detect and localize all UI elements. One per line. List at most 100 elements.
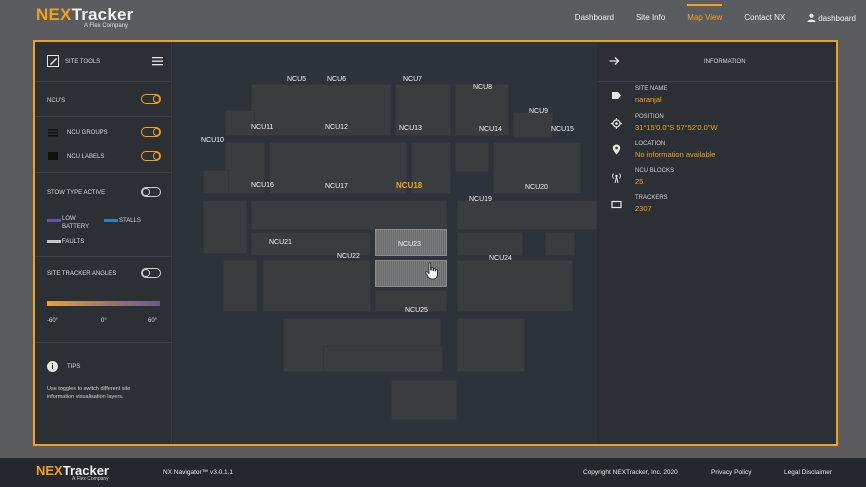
site-map[interactable]: NCU5 NCU6 NCU7 NCU8 NCU9 NCU10 NCU11 NCU… — [173, 42, 597, 444]
ncu-label[interactable]: NCU9 — [529, 108, 548, 115]
ncu-label[interactable]: NCU10 — [201, 137, 224, 144]
tracker-block[interactable] — [457, 260, 573, 312]
logo-nex-text: NEX — [36, 5, 72, 24]
stow-type-label: STOW TYPE ACTIVE — [47, 190, 106, 196]
copyright-text: Copyright NEXTracker, Inc. 2020 — [583, 469, 678, 476]
top-navbar: NEXTracker A Flex Company Dashboard Site… — [0, 0, 866, 38]
ncu-label[interactable]: NCU23 — [398, 241, 421, 248]
site-tools-panel: SITE TOOLS NCU'S NCU GROUPS NCU LABELS S… — [35, 42, 172, 444]
tips-title: TIPS — [67, 364, 81, 370]
site-name-label: SITE NAME — [635, 86, 668, 92]
toggle-knob — [142, 269, 150, 277]
nextracker-logo[interactable]: NEXTracker A Flex Company — [36, 5, 133, 29]
ncu-groups-toggle[interactable] — [141, 127, 161, 137]
tracker-block[interactable] — [323, 346, 443, 372]
tracker-block[interactable] — [455, 142, 489, 172]
tracker-block[interactable] — [457, 318, 525, 372]
ncu-label[interactable]: NCU5 — [287, 76, 306, 83]
nav-contact-nx[interactable]: Contact NX — [744, 13, 785, 23]
ncu-label[interactable]: NCU17 — [325, 183, 348, 190]
tracker-panel-icon — [611, 200, 622, 209]
angle-mid-label: 0° — [101, 318, 107, 324]
angle-color-scale — [47, 301, 160, 306]
site-tracker-angles-label: SITE TRACKER ANGLES — [47, 271, 117, 277]
ncu-label[interactable]: NCU11 — [251, 124, 273, 131]
angle-max-label: 60° — [148, 318, 158, 324]
nav-site-info[interactable]: Site Info — [636, 13, 665, 23]
ncus-label: NCU'S — [47, 98, 66, 104]
logo-tracker-text: Tracker — [71, 5, 134, 24]
tracker-block[interactable] — [545, 232, 575, 256]
toggle-knob — [152, 152, 160, 160]
version-text: NX Navigator™ v3.0.1.1 — [163, 469, 234, 476]
site-tools-header: SITE TOOLS — [35, 42, 171, 82]
ncu-label[interactable]: NCU20 — [525, 184, 548, 191]
stalls-swatch — [104, 219, 118, 222]
ncu-label[interactable]: NCU14 — [479, 126, 502, 133]
divider — [35, 256, 172, 257]
ncu-label[interactable]: NCU15 — [551, 126, 574, 133]
ncu-label[interactable]: NCU8 — [473, 84, 492, 91]
tracker-block[interactable] — [457, 200, 597, 230]
tracker-block[interactable] — [251, 200, 447, 230]
ncu-label[interactable]: NCU22 — [337, 253, 360, 260]
ncu-label[interactable]: NCU12 — [325, 124, 348, 131]
nav-map-view[interactable]: Map View — [687, 4, 723, 23]
ncu-label[interactable]: NCU19 — [469, 196, 492, 203]
ncus-toggle[interactable] — [141, 94, 161, 104]
toggle-knob — [152, 128, 160, 136]
ncu-label[interactable]: NCU21 — [269, 239, 292, 246]
location-label: LOCATION — [635, 141, 666, 147]
information-title: INFORMATION — [704, 59, 746, 65]
ncu-labels-icon — [48, 152, 58, 160]
user-menu[interactable]: dashboard — [807, 13, 856, 23]
privacy-policy-link[interactable]: Privacy Policy — [711, 469, 751, 476]
stow-type-toggle[interactable] — [141, 187, 161, 197]
footer: NEXTracker A Flex Company NX Navigator™ … — [0, 458, 866, 487]
site-name-value: naranjal — [635, 95, 662, 104]
legal-disclaimer-link[interactable]: Legal Disclaimer — [784, 469, 832, 476]
ncu-groups-label: NCU GROUPS — [67, 130, 108, 136]
toggle-knob — [152, 95, 160, 103]
footer-logo-subtitle: A Flex Company — [72, 476, 109, 482]
tracker-block[interactable] — [391, 380, 457, 420]
tracker-block[interactable] — [203, 170, 229, 194]
hamburger-menu-icon[interactable] — [152, 56, 163, 66]
nav-map-view-label: Map View — [687, 13, 723, 22]
info-icon: i — [47, 361, 58, 372]
ncu-label-selected[interactable]: NCU18 — [396, 181, 422, 190]
tracker-block[interactable] — [263, 260, 371, 312]
ncu-label[interactable]: NCU16 — [251, 182, 274, 189]
ncu-blocks-value: 25 — [635, 177, 644, 186]
ncu-groups-icon — [48, 129, 58, 137]
stalls-label: STALLS — [119, 218, 141, 224]
faults-label: FAULTS — [62, 239, 85, 245]
angle-min-label: -60° — [47, 318, 59, 324]
user-menu-label: dashboard — [818, 14, 856, 23]
nav-dashboard[interactable]: Dashboard — [575, 13, 614, 23]
tracker-block[interactable] — [225, 110, 255, 136]
footer-logo[interactable]: NEXTracker A Flex Company — [36, 463, 109, 482]
ncu-labels-toggle[interactable] — [141, 151, 161, 161]
divider — [35, 342, 172, 343]
tracker-block[interactable] — [457, 232, 523, 256]
divider — [35, 116, 172, 117]
ncu-label[interactable]: NCU25 — [405, 307, 428, 314]
main-nav: Dashboard Site Info Map View Contact NX … — [553, 4, 856, 23]
ncu-label[interactable]: NCU24 — [489, 255, 512, 262]
logo-subtitle: A Flex Company — [84, 23, 129, 29]
hand-cursor-icon — [425, 262, 438, 280]
crosshair-icon — [611, 118, 622, 129]
tracker-block[interactable] — [513, 112, 553, 138]
ncu-label[interactable]: NCU6 — [327, 76, 346, 83]
antenna-icon — [612, 173, 621, 183]
tracker-block[interactable] — [203, 200, 247, 254]
faults-swatch — [47, 240, 61, 243]
active-tab-indicator — [687, 4, 723, 6]
tracker-block[interactable] — [223, 260, 257, 312]
arrow-right-icon[interactable] — [609, 56, 620, 66]
ncu-label[interactable]: NCU7 — [403, 76, 422, 83]
ncu-label[interactable]: NCU13 — [399, 125, 422, 132]
ncu-labels-label: NCU LABELS — [67, 154, 105, 160]
site-tracker-angles-toggle[interactable] — [141, 268, 161, 278]
